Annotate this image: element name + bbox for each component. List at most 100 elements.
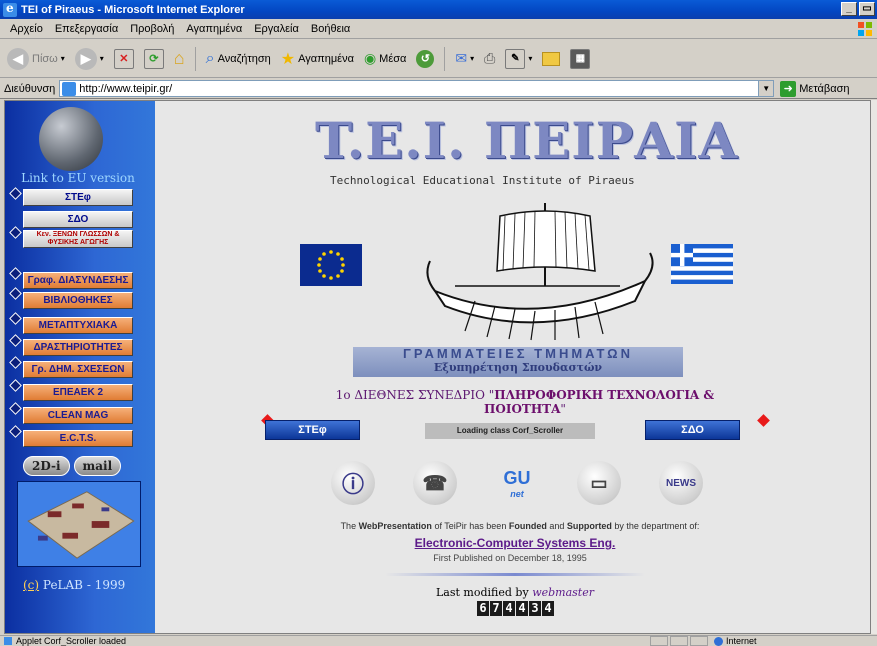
address-dropdown-button[interactable]: ▼ [758, 81, 774, 96]
nav-public-relations-button[interactable]: Γρ. ΔΗΜ. ΣΧΕΣΕΩΝ [23, 361, 133, 378]
department-link[interactable]: Electronic-Computer Systems Eng. [325, 536, 705, 550]
pill-row: 2D-i mail [23, 456, 122, 476]
go-arrow-icon: ➜ [780, 80, 797, 97]
nav-languages-button[interactable]: Κεν. ΞΕΝΩΝ ΓΛΩΣΣΩΝ & ΦΥΣΙΚΗΣ ΑΓΩΓΗΣ [23, 230, 133, 248]
nav-libraries-button[interactable]: ΒΙΒΛΙΟΘΗΚΕΣ [23, 292, 133, 309]
stef-button[interactable]: ΣΤΕφ [265, 420, 360, 440]
sdo-button[interactable]: ΣΔΟ [645, 420, 740, 440]
bullet-icon [9, 356, 22, 369]
mail-icon: ✉ [455, 50, 468, 66]
status-cell [650, 636, 668, 646]
nav-activities-button[interactable]: ΔΡΑΣΤΗΡΙΟΤΗΤΕΣ [23, 339, 133, 356]
mail-button[interactable]: ✉ ▾ [452, 45, 477, 73]
forward-arrow-icon: ▶ [74, 47, 97, 70]
bullet-icon [9, 312, 22, 325]
windows-logo-icon [858, 22, 872, 36]
bullet-icon [9, 187, 22, 200]
history-button[interactable]: ↺ [413, 45, 437, 73]
bullet-icon [9, 379, 22, 392]
restore-button[interactable]: ▭ [859, 2, 875, 16]
counter-digit: 3 [529, 601, 541, 616]
counter-digit: 4 [503, 601, 515, 616]
print-icon: ⎙ [484, 50, 496, 66]
first-published: First Published on December 18, 1995 [433, 553, 587, 563]
research-icon: ▦ [570, 48, 591, 69]
page-viewport: Link to EU version ΣΤΕφ ΣΔΟ Κεν. ΞΕΝΩΝ Γ… [4, 100, 871, 634]
status-cell [670, 636, 688, 646]
greek-flag-image [671, 244, 733, 284]
founded-text: The WebPresentation of TeiPir has been F… [340, 521, 700, 531]
globe-logo[interactable] [39, 107, 103, 171]
research-button[interactable]: ▦ [567, 45, 593, 73]
menu-edit[interactable]: Επεξεργασία [49, 23, 124, 35]
eu-flag-image [300, 244, 362, 286]
status-cells [650, 636, 708, 646]
dvd-icon[interactable]: ▭ [577, 461, 621, 505]
nav-sdo-button[interactable]: ΣΔΟ [23, 211, 133, 228]
back-button[interactable]: ◀ Πίσω ▾ [4, 45, 68, 73]
menu-tools[interactable]: Εργαλεία [248, 23, 305, 35]
edit-button[interactable]: ✎ ▾ [502, 45, 535, 73]
pelab-copyright-link[interactable]: (c) [23, 578, 39, 592]
webmaster-link[interactable]: webmaster [532, 586, 594, 599]
window-titlebar: TEI of Piraeus - Microsoft Internet Expl… [0, 0, 877, 19]
minimize-button[interactable]: _ [841, 2, 857, 16]
2di-button[interactable]: 2D-i [23, 456, 70, 476]
news-icon[interactable]: NEWS [659, 461, 703, 505]
search-icon: ⌕ [205, 49, 215, 67]
chevron-down-icon: ▾ [528, 54, 533, 63]
page-title: T.E.I. ΠΕΙΡΑΙΑ [315, 111, 739, 170]
phone-icon[interactable]: ☎ [413, 461, 457, 505]
nav-postgraduate-button[interactable]: ΜΕΤΑΠΤΥΧΙΑΚΑ [23, 317, 133, 334]
ie-icon [3, 1, 17, 17]
status-text: Applet Corf_Scroller loaded [0, 636, 650, 646]
conference-link[interactable]: 1ο ΔΙΕΘΝΕΣ ΣΥΝΕΔΡΙΟ "ΠΛΗΡΟΦΟΡΙΚΗ ΤΕΧΝΟΛΟ… [295, 388, 755, 416]
home-button[interactable]: ⌂ [171, 45, 188, 73]
mail-link-button[interactable]: mail [73, 456, 122, 476]
folder-button[interactable] [539, 45, 563, 73]
conference-prefix[interactable]: 1ο ΔΙΕΘΝΕΣ ΣΥΝΕΔΡΙΟ " [336, 388, 495, 402]
secretariat-banner[interactable]: ΓΡΑΜΜΑΤΕΙΕΣ ΤΜΗΜΑΤΩΝ Εξυπηρέτηση Σπουδασ… [353, 347, 683, 377]
nav-clean-mag-button[interactable]: CLEAN MAG [23, 407, 133, 424]
gunet-icon[interactable]: GU net [495, 461, 539, 505]
search-button[interactable]: ⌕ Αναζήτηση [203, 45, 274, 73]
internet-zone: Internet [712, 636, 757, 646]
link-eu-version[interactable]: Link to EU version [13, 171, 143, 185]
window-title: TEI of Piraeus - Microsoft Internet Expl… [21, 3, 245, 16]
favorites-button[interactable]: ★ Αγαπημένα [278, 45, 357, 73]
bullet-icon [9, 287, 22, 300]
main-content: T.E.I. ΠΕΙΡΑΙΑ Technological Educational… [155, 101, 870, 633]
toolbar-separator [194, 46, 196, 71]
counter-digit: 6 [477, 601, 489, 616]
toolbar: ◀ Πίσω ▾ ▶ ▾ ✕ ⟳ ⌂ ⌕ Αναζήτηση ★ Αγαπημέ… [0, 40, 877, 78]
menu-view[interactable]: Προβολή [124, 23, 180, 35]
chevron-down-icon: ▾ [60, 54, 65, 63]
bullet-icon [9, 226, 22, 239]
home-icon: ⌂ [173, 48, 185, 68]
address-input[interactable]: http://www.teipir.gr/ ▼ [59, 80, 775, 97]
nav-liaison-button[interactable]: Γραφ. ΔΙΑΣΥΝΔΕΣΗΣ [23, 272, 133, 289]
info-icon[interactable]: ⓘ [331, 461, 375, 505]
bullet-icon [9, 334, 22, 347]
menu-favorites[interactable]: Αγαπημένα [180, 23, 248, 35]
nav-ects-button[interactable]: E.C.T.S. [23, 430, 133, 447]
chevron-down-icon: ▾ [99, 54, 104, 63]
go-button[interactable]: ➜ Μετάβαση [780, 80, 849, 97]
menu-help[interactable]: Βοήθεια [305, 23, 356, 35]
nav-epeaek-button[interactable]: ΕΠΕΑΕΚ 2 [23, 384, 133, 401]
menu-file[interactable]: Αρχείο [4, 23, 49, 35]
address-label: Διεύθυνση [4, 82, 56, 95]
campus-map-image[interactable] [17, 481, 141, 567]
stop-button[interactable]: ✕ [111, 45, 137, 73]
status-cell [690, 636, 708, 646]
nav-stef-button[interactable]: ΣΤΕφ [23, 189, 133, 206]
forward-button[interactable]: ▶ ▾ [72, 45, 107, 73]
print-button[interactable]: ⎙ [481, 45, 498, 73]
vertical-scrollbar[interactable] [871, 100, 877, 634]
media-button[interactable]: ◉ Μέσα [361, 45, 409, 73]
refresh-button[interactable]: ⟳ [141, 45, 167, 73]
toolbar-separator [444, 46, 446, 71]
red-diamond-icon [757, 414, 770, 427]
address-bar: Διεύθυνση http://www.teipir.gr/ ▼ ➜ Μετά… [0, 79, 877, 99]
conference-title[interactable]: ΠΛΗΡΟΦΟΡΙΚΗ ΤΕΧΝΟΛΟΓΙΑ & ΠΟΙΟΤΗΤΑ [484, 388, 714, 416]
